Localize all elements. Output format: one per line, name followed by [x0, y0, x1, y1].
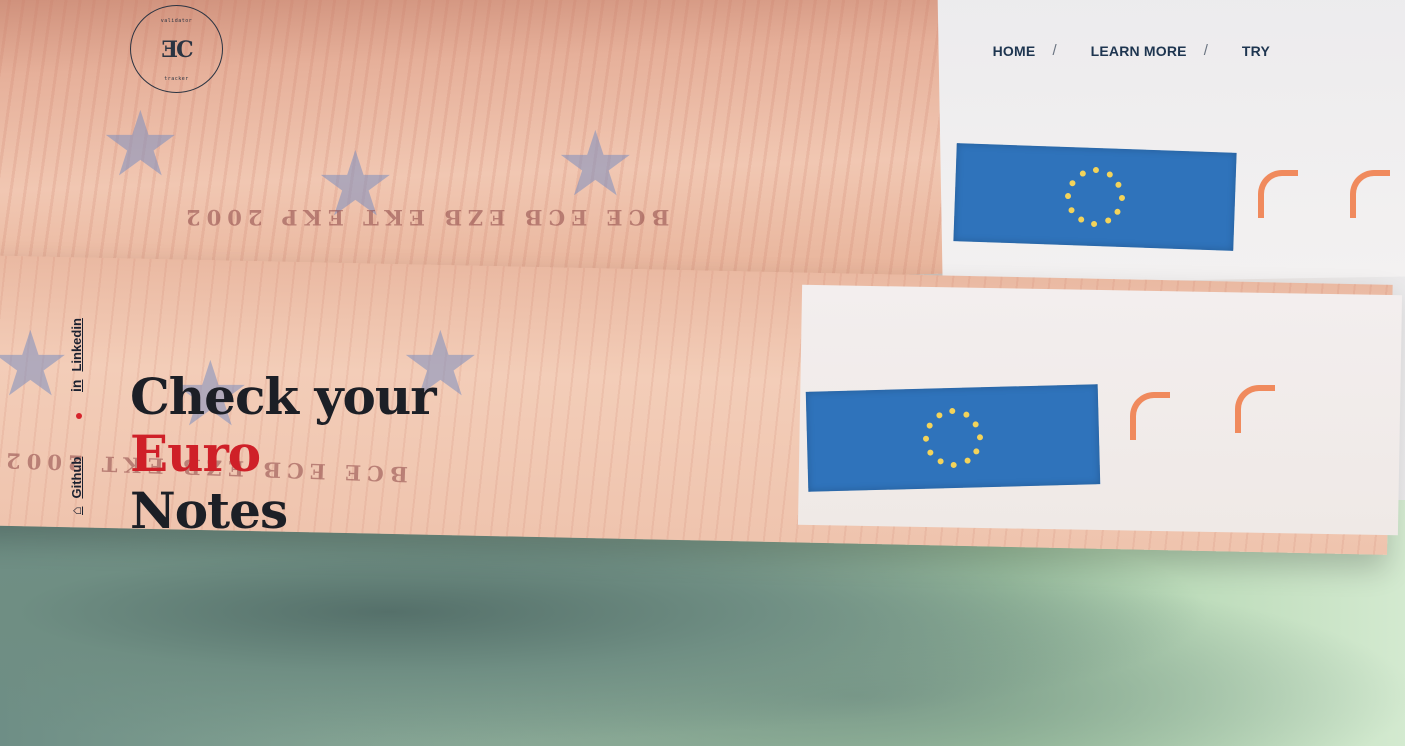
main-nav: HOME / LEARN MORE / TRY — [993, 42, 1270, 59]
eu-star-icon — [949, 407, 956, 415]
linkedin-icon: in — [68, 379, 84, 392]
eu-star-icon — [1104, 217, 1111, 224]
hero-line-3: Notes — [130, 481, 288, 540]
linkedin-label: Linkedin — [68, 318, 84, 372]
banknote-print: BCE ECB EZB EKT EKP 2002 — [180, 205, 670, 230]
eu-star-icon — [964, 457, 971, 465]
eu-star-icon — [1115, 181, 1122, 188]
social-links: in Linkedin ⌂ Github — [60, 310, 88, 520]
nav-separator: / — [1052, 42, 1057, 59]
linkedin-link[interactable]: in Linkedin — [68, 318, 84, 392]
banknote-star-icon: ★ — [555, 112, 636, 217]
github-icon: ⌂ — [68, 506, 84, 515]
eu-star-icon — [926, 422, 933, 429]
nav-try-link[interactable]: TRY — [1242, 43, 1270, 59]
eu-star-icon — [937, 458, 944, 465]
eu-star-icon — [922, 435, 930, 442]
eu-star-icon — [935, 411, 942, 419]
eu-star-icon — [1092, 166, 1100, 174]
logo-bottom-text: tracker — [164, 76, 189, 82]
eu-star-icon — [1118, 194, 1126, 202]
social-divider-dot — [76, 413, 82, 419]
eu-star-icon — [972, 420, 980, 427]
eu-star-icon — [1064, 192, 1072, 200]
banknote-mark — [1235, 385, 1275, 433]
github-label: Github — [68, 456, 84, 499]
eu-star-icon — [1090, 220, 1098, 228]
eu-star-icon — [1079, 170, 1086, 177]
eu-star-icon — [1114, 208, 1121, 215]
banknote-mark — [1350, 170, 1390, 218]
hero-line-2-accent: Euro — [130, 424, 261, 483]
eu-star-icon — [1106, 170, 1113, 178]
eu-star-icon — [1068, 179, 1076, 186]
github-link[interactable]: ⌂ Github — [68, 457, 84, 515]
nav-learn-more-link[interactable]: LEARN MORE — [1091, 43, 1187, 59]
hero-heading: Check your Euro Notes — [130, 367, 437, 540]
eu-star-icon — [962, 411, 969, 418]
eu-star-icon — [926, 449, 934, 456]
site-logo[interactable]: validator ƎC tracker — [130, 5, 223, 93]
eu-star-icon — [1077, 216, 1084, 223]
eu-star-icon — [973, 447, 980, 454]
logo-top-text: validator — [160, 18, 193, 24]
nav-separator: / — [1203, 42, 1208, 59]
eu-star-icon — [976, 434, 984, 441]
nav-home-link[interactable]: HOME — [993, 43, 1036, 59]
banknote-star-icon: ★ — [100, 92, 181, 197]
hero-line-1: Check your — [130, 367, 437, 426]
eu-star-icon — [1068, 206, 1075, 213]
logo-mark: ƎC — [161, 37, 193, 63]
banknote-mark — [1258, 170, 1298, 218]
eu-star-icon — [950, 461, 957, 469]
banknote-mark — [1130, 392, 1170, 440]
eu-flag-icon — [805, 384, 1101, 492]
eu-flag-icon — [953, 143, 1237, 251]
